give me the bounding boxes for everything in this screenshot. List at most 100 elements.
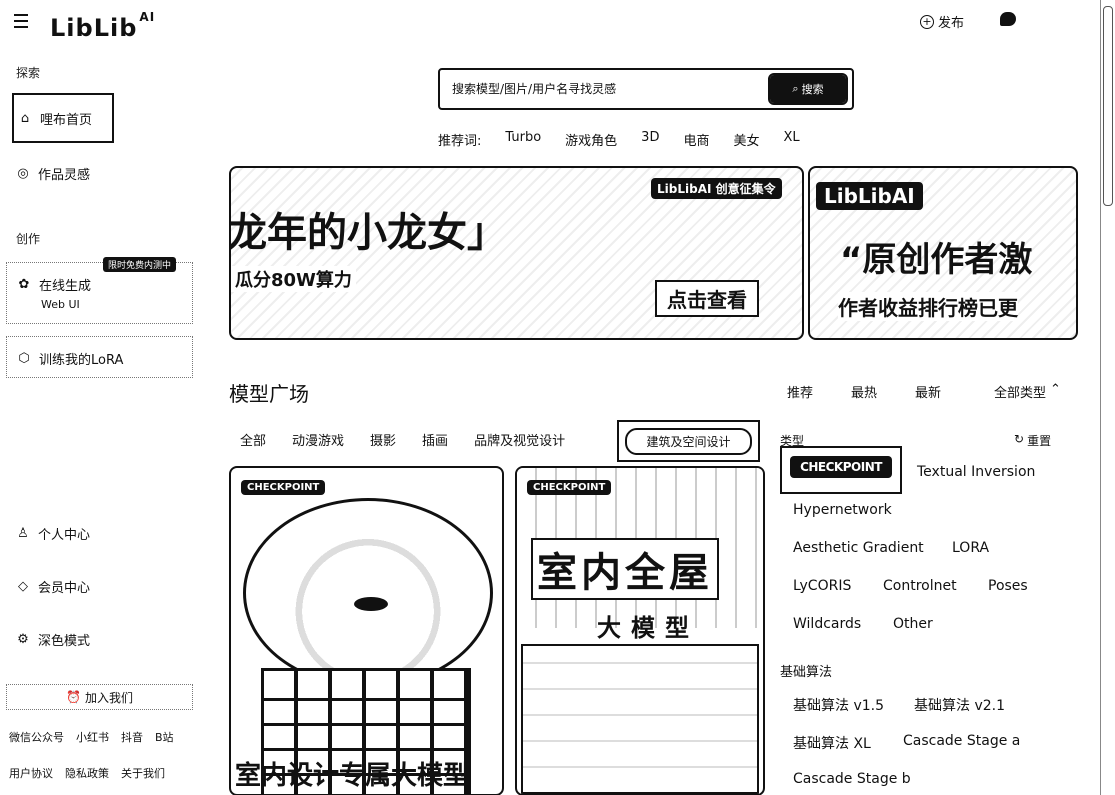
sidebar-item-member[interactable]: ◇ 会员中心 <box>16 577 90 596</box>
footer-links-row1: 微信公众号 小红书 抖音 B站 <box>9 729 174 745</box>
bulb-icon: ◎ <box>17 166 29 181</box>
gear-icon: ⚙ <box>17 632 29 647</box>
type-option[interactable]: Poses <box>988 578 1028 594</box>
scrollbar[interactable] <box>1100 0 1115 795</box>
category-tabs: 全部 动漫游戏 摄影 插画 品牌及视觉设计 <box>240 430 591 449</box>
sidebar-item-label: 深色模式 <box>38 634 91 649</box>
sort-new[interactable]: 最新 <box>915 382 941 401</box>
footer-link[interactable]: 关于我们 <box>121 765 165 781</box>
checkpoint-badge: CHECKPOINT <box>527 480 612 495</box>
footer-link[interactable]: 用户协议 <box>9 765 53 781</box>
tab-anime-game[interactable]: 动漫游戏 <box>292 430 344 449</box>
search-icon: ⌕ <box>792 82 799 95</box>
type-option[interactable]: Aesthetic Gradient <box>793 540 924 556</box>
chat-icon[interactable] <box>1000 12 1016 26</box>
reset-button[interactable]: ↻ 重置 <box>1014 432 1051 449</box>
banner-subtitle: 瓜分80W算力 <box>231 266 356 292</box>
type-option[interactable]: Wildcards <box>793 616 861 632</box>
card-subtitle: 大模型 <box>597 614 699 642</box>
sidebar-item-personal[interactable]: ♙ 个人中心 <box>16 524 90 543</box>
type-option[interactable]: Textual Inversion <box>917 464 1035 480</box>
card-title: 室内全屋 <box>531 538 719 600</box>
recommend-word[interactable]: XL <box>783 130 799 149</box>
palette-icon: ✿ <box>18 277 30 292</box>
sidebar-item-label: 个人中心 <box>38 528 91 543</box>
base-option[interactable]: 基础算法 v2.1 <box>914 695 1005 715</box>
card-image-room <box>521 644 759 794</box>
type-option[interactable]: Other <box>893 616 933 632</box>
sort-hot[interactable]: 最热 <box>851 382 877 401</box>
recommend-word[interactable]: 电商 <box>683 130 709 149</box>
sidebar-item-train[interactable]: ⬡ 训练我的LoRA <box>6 336 193 378</box>
sidebar-item-darkmode[interactable]: ⚙ 深色模式 <box>16 630 90 649</box>
model-card[interactable]: CHECKPOINT 室内全屋 大模型 <box>515 466 765 795</box>
card-caption: 室内设计专属大模型 <box>235 761 470 791</box>
type-option[interactable]: Controlnet <box>883 578 957 594</box>
all-types-dropdown[interactable]: 全部类型 ⌃ <box>994 382 1061 401</box>
footer-link[interactable]: 隐私政策 <box>65 765 109 781</box>
banner-title: “原创作者激 <box>840 240 1033 280</box>
banner-logo: LibLibAI <box>816 182 923 210</box>
tab-architecture-label: 建筑及空间设计 <box>625 428 752 455</box>
free-badge: 限时免费内测中 <box>103 257 177 272</box>
alarm-icon: ⏰ <box>66 690 81 704</box>
search-input[interactable] <box>452 78 752 100</box>
page-title: 模型广场 <box>229 382 309 406</box>
banner-subtitle: 作者收益排行榜已更 <box>838 292 1018 321</box>
type-option[interactable]: LyCORIS <box>793 578 851 594</box>
chevron-up-icon: ⌃ <box>1050 382 1061 397</box>
type-option-checkpoint[interactable]: CHECKPOINT <box>780 446 902 494</box>
recommend-word[interactable]: 3D <box>641 130 659 149</box>
recommend-word[interactable]: Turbo <box>505 130 541 149</box>
recommend-word[interactable]: 美女 <box>733 130 759 149</box>
join-label: 加入我们 <box>84 690 133 705</box>
footer-link[interactable]: 微信公众号 <box>9 729 64 745</box>
model-card[interactable]: CHECKPOINT 室内设计专属大模型 <box>229 466 504 795</box>
sort-recommend[interactable]: 推荐 <box>787 382 813 401</box>
type-option-label: CHECKPOINT <box>790 456 892 478</box>
scrollbar-thumb[interactable] <box>1103 6 1113 206</box>
search-button-label: 搜索 <box>801 83 824 96</box>
base-option[interactable]: Cascade Stage a <box>903 733 1020 749</box>
base-heading: 基础算法 <box>780 665 833 680</box>
type-option[interactable]: LORA <box>952 540 989 556</box>
recommend-words: 推荐词: Turbo 游戏角色 3D 电商 美女 XL <box>438 130 824 149</box>
recommend-word[interactable]: 游戏角色 <box>565 130 617 149</box>
publish-label: 发布 <box>938 16 965 31</box>
base-option[interactable]: Cascade Stage b <box>793 771 911 787</box>
banner-cta-button[interactable]: 点击查看 <box>655 280 759 317</box>
tab-all[interactable]: 全部 <box>240 430 266 449</box>
logo-text: LibLib <box>50 14 138 42</box>
menu-icon[interactable] <box>14 14 28 28</box>
join-us-button[interactable]: ⏰ 加入我们 <box>6 684 193 710</box>
fish-shape <box>354 597 388 611</box>
tab-brand-design[interactable]: 品牌及视觉设计 <box>474 430 565 449</box>
online-sub: Web UI <box>41 298 80 311</box>
sidebar-item-inspiration[interactable]: ◎ 作品灵感 <box>16 164 90 183</box>
banner-title: 龙年的小龙女」 <box>229 210 507 256</box>
tab-architecture[interactable]: 建筑及空间设计 <box>617 420 760 462</box>
search-button[interactable]: ⌕ 搜索 <box>768 73 848 105</box>
footer-link[interactable]: 抖音 <box>121 729 143 745</box>
tab-photography[interactable]: 摄影 <box>370 430 396 449</box>
sidebar-item-online[interactable]: 限时免费内测中 ✿ 在线生成 Web UI <box>6 257 193 324</box>
base-option[interactable]: 基础算法 v1.5 <box>793 695 884 715</box>
footer-link[interactable]: 小红书 <box>76 729 109 745</box>
reset-label: 重置 <box>1027 434 1052 448</box>
publish-button[interactable]: + 发布 <box>920 12 964 31</box>
card-image <box>243 498 493 688</box>
logo[interactable]: LibLib AI <box>50 8 155 42</box>
home-icon: ⌂ <box>20 110 30 126</box>
all-types-label: 全部类型 <box>994 386 1047 401</box>
base-option[interactable]: 基础算法 XL <box>793 733 871 753</box>
create-heading: 创作 <box>16 232 41 246</box>
banner-creator[interactable]: LibLibAI “原创作者激 作者收益排行榜已更 <box>808 166 1078 340</box>
recommend-label: 推荐词: <box>438 134 482 149</box>
sidebar-item-label: 训练我的LoRA <box>39 353 124 368</box>
footer-link[interactable]: B站 <box>155 729 174 745</box>
sidebar-item-home[interactable]: ⌂ 哩布首页 <box>12 93 114 143</box>
tab-illustration[interactable]: 插画 <box>422 430 448 449</box>
type-option[interactable]: Hypernetwork <box>793 502 892 518</box>
banner-dragon[interactable]: 龙年的小龙女」 瓜分80W算力 LibLibAI 创意征集令 点击查看 <box>229 166 804 340</box>
banner-logo: LibLibAI 创意征集令 <box>651 178 782 199</box>
